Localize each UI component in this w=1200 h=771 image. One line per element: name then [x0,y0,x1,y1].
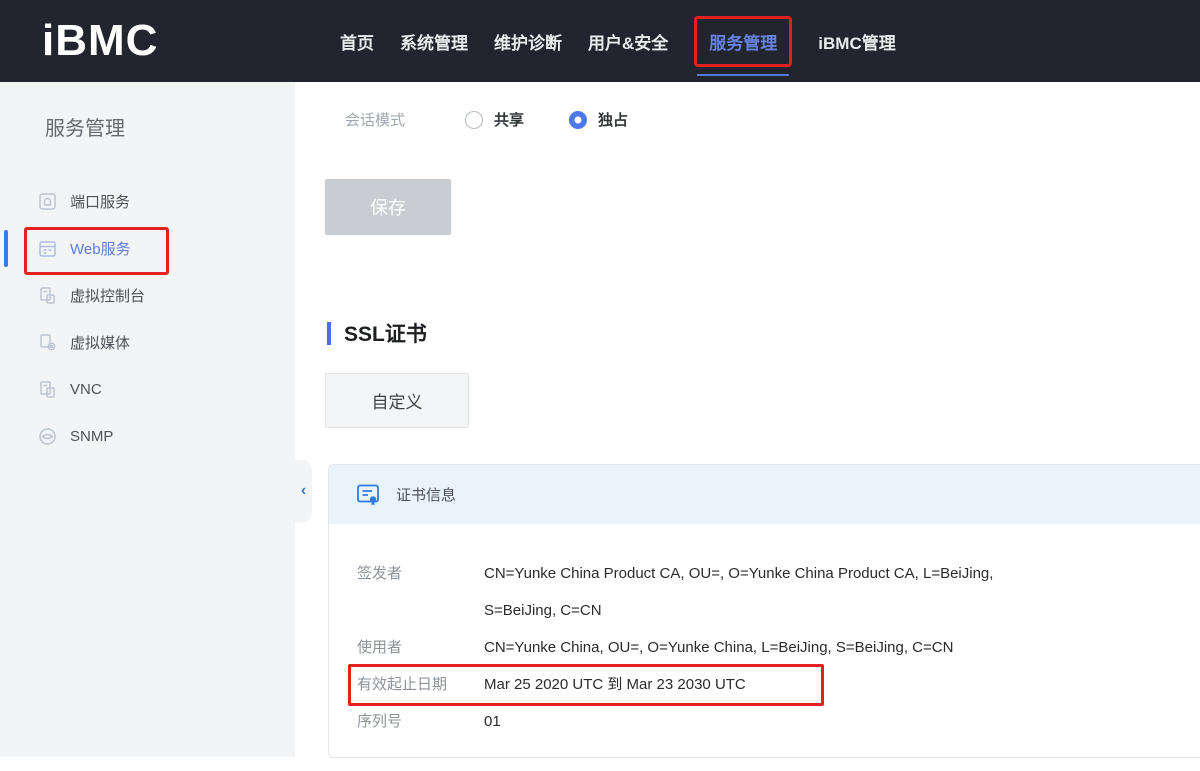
certificate-icon [355,482,381,508]
nav-item-maintenance-diagnostics[interactable]: 维护诊断 [494,29,562,54]
sidebar-item-snmp[interactable]: SNMP [0,413,295,460]
sidebar-item-label: VNC [70,381,102,398]
cert-row-label: 使用者 [357,629,484,666]
vnc-icon [38,380,57,399]
section-accent-bar [327,322,331,345]
cert-row-label: 有效起止日期 [357,666,484,703]
radio-checked-icon[interactable] [569,111,587,129]
cert-row-subject: 使用者 CN=Yunke China, OU=, O=Yunke China, … [357,629,1200,666]
cert-row-serial-number: 序列号 01 [357,703,1200,740]
session-mode-row: 会话模式 共享 独占 [345,109,673,130]
nav-item-system-management[interactable]: 系统管理 [400,29,468,54]
cert-row-value: CN=Yunke China Product CA, OU=, O=Yunke … [484,555,1036,629]
cert-row-value: CN=Yunke China, OU=, O=Yunke China, L=Be… [484,629,953,666]
certificate-info-panel: 证书信息 签发者 CN=Yunke China Product CA, OU=,… [328,464,1200,758]
sidebar-collapse-button[interactable]: ‹ [295,460,312,522]
web-service-icon [38,239,57,258]
custom-certificate-button[interactable]: 自定义 [325,373,469,428]
certificate-panel-body: 签发者 CN=Yunke China Product CA, OU=, O=Yu… [329,524,1200,740]
nav-item-ibmc-management[interactable]: iBMC管理 [818,29,895,54]
cert-row-validity-period: 有效起止日期 Mar 25 2020 UTC 到 Mar 23 2030 UTC [357,666,1200,703]
sidebar-item-port-service[interactable]: 端口服务 [0,178,295,225]
sidebar-item-virtual-media[interactable]: 虚拟媒体 [0,319,295,366]
sidebar-item-label: 虚拟媒体 [70,332,130,353]
virtual-media-icon [38,333,57,352]
sidebar-menu: 端口服务 Web服务 虚拟控制台 虚拟媒体 VNC [0,178,295,460]
radio-option-shared[interactable]: 共享 [465,109,524,130]
nav-item-home[interactable]: 首页 [340,29,374,54]
nav-item-service-management[interactable]: 服务管理 [694,16,792,67]
sidebar: 服务管理 端口服务 Web服务 虚拟控制台 虚拟媒体 [0,82,295,757]
sidebar-item-label: 端口服务 [70,191,130,212]
sidebar-item-virtual-console[interactable]: 虚拟控制台 [0,272,295,319]
ibmc-logo: iBMC [42,16,158,66]
save-button[interactable]: 保存 [325,179,451,235]
certificate-panel-title: 证书信息 [396,484,456,505]
cert-row-value: 01 [484,703,501,740]
port-service-icon [38,192,57,211]
ssl-section-heading: SSL证书 [327,318,427,348]
nav-item-user-security[interactable]: 用户&安全 [588,29,668,54]
radio-option-label: 共享 [494,109,524,130]
top-header: iBMC 首页 系统管理 维护诊断 用户&安全 服务管理 iBMC管理 [0,0,1200,82]
virtual-console-icon [38,286,57,305]
cert-row-label: 签发者 [357,555,484,629]
radio-unchecked-icon[interactable] [465,111,483,129]
cert-row-label: 序列号 [357,703,484,740]
sidebar-item-label: Web服务 [70,238,131,259]
sidebar-item-web-service[interactable]: Web服务 [0,225,295,272]
radio-option-exclusive[interactable]: 独占 [569,109,628,130]
cert-row-issuer: 签发者 CN=Yunke China Product CA, OU=, O=Yu… [357,555,1200,629]
sidebar-title: 服务管理 [45,112,125,141]
sidebar-item-label: SNMP [70,428,113,445]
snmp-icon [38,427,57,446]
sidebar-item-vnc[interactable]: VNC [0,366,295,413]
cert-row-value: Mar 25 2020 UTC 到 Mar 23 2030 UTC [484,666,746,703]
ssl-section-title: SSL证书 [344,318,427,348]
sidebar-item-label: 虚拟控制台 [70,285,145,306]
certificate-panel-header: 证书信息 [329,465,1200,524]
chevron-left-icon: ‹ [301,483,306,499]
radio-option-label: 独占 [598,109,628,130]
top-navigation: 首页 系统管理 维护诊断 用户&安全 服务管理 iBMC管理 [340,0,896,82]
session-mode-label: 会话模式 [345,109,465,130]
